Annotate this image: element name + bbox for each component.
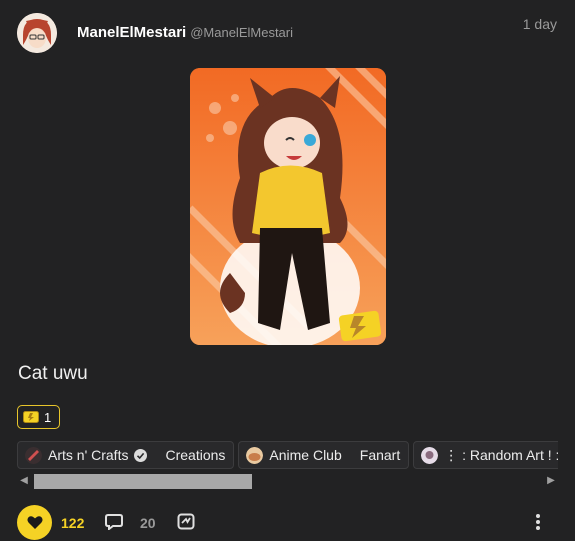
ticket-icon xyxy=(23,411,39,423)
like-count: 122 xyxy=(61,515,85,531)
scroll-left-arrow-icon[interactable]: ◀ xyxy=(17,473,31,489)
chip-random-art[interactable]: ⋮ : Random Art ! : .∙∿· xyxy=(413,441,558,469)
post-timestamp[interactable]: 1 day xyxy=(523,16,557,32)
scroll-thumb[interactable] xyxy=(34,474,252,489)
props-count: 1 xyxy=(44,409,52,425)
anime-club-icon xyxy=(246,446,264,464)
arts-n-crafts-icon xyxy=(25,446,42,464)
more-options-icon[interactable] xyxy=(535,513,541,531)
post-actions: 122 20 xyxy=(17,505,558,541)
chip-community-name: Anime Club xyxy=(269,447,342,463)
chip-anime-club[interactable]: Anime Club Fanart xyxy=(238,441,410,469)
author-name[interactable]: ManelElMestari xyxy=(77,24,186,41)
chip-category: Creations xyxy=(165,447,226,463)
chip-community-name: ⋮ : Random Art ! : .∙∿· xyxy=(444,446,558,463)
post-title: Cat uwu xyxy=(18,363,88,384)
chips-scrollbar[interactable]: ◀ ▶ xyxy=(17,473,558,489)
post-header: ManelElMestari @ManelElMestari xyxy=(77,24,293,44)
verified-icon xyxy=(134,448,148,462)
random-art-icon xyxy=(421,446,439,464)
props-badge[interactable]: 1 xyxy=(17,405,60,429)
chip-category: Fanart xyxy=(359,447,401,463)
chip-arts-n-crafts[interactable]: Arts n' Crafts Creations xyxy=(17,441,235,469)
chip-community-name: Arts n' Crafts xyxy=(48,447,129,463)
author-handle[interactable]: @ManelElMestari xyxy=(190,25,293,40)
like-button[interactable] xyxy=(17,505,52,540)
scroll-right-arrow-icon[interactable]: ▶ xyxy=(544,473,558,489)
post-image[interactable] xyxy=(190,68,386,345)
heart-icon xyxy=(26,516,43,529)
comment-count: 20 xyxy=(140,515,156,531)
comment-icon[interactable] xyxy=(105,513,123,530)
community-chips: Arts n' Crafts Creations Anime Club Fana… xyxy=(17,441,558,469)
author-avatar[interactable] xyxy=(17,13,57,53)
share-icon[interactable] xyxy=(177,513,195,530)
